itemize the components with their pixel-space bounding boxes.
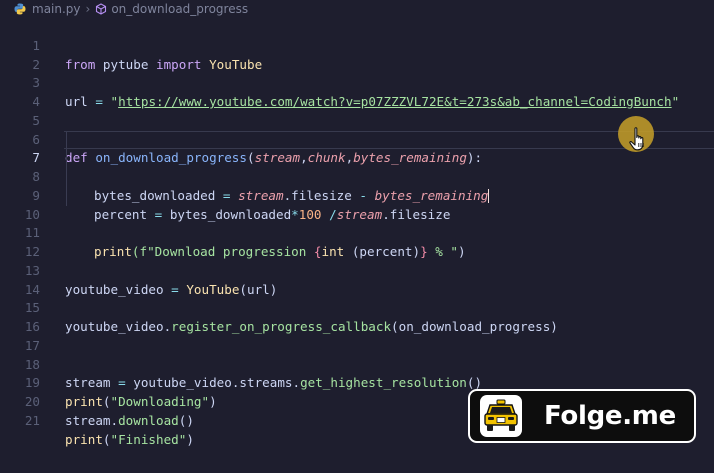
code-line[interactable]: 2 [0,37,714,72]
code-text: stream.download() [65,412,194,431]
token-builtin: print [65,431,103,447]
watermark-badge: Folge.me [468,389,696,443]
code-line[interactable]: 18 stream = youtube_video.streams.get_hi… [0,337,714,391]
code-line[interactable]: 6 def on_download_progress(stream,chunk,… [0,112,714,166]
code-editor[interactable]: 1 from pytube import YouTube 2 3 url = "… [0,18,714,447]
code-line[interactable]: 11 [0,206,714,240]
code-line[interactable]: 1 from pytube import YouTube [0,18,714,72]
taxi-logo-icon [480,395,522,437]
code-line[interactable]: 9 [0,168,714,203]
code-line[interactable]: 8 percent = bytes_downloaded*100 /stream… [0,149,714,222]
code-text: print("Finished") [65,431,194,450]
code-line-current[interactable]: 7 bytes_downloaded = stream.filesize - b… [0,130,714,204]
indent-guide [66,130,67,150]
code-line[interactable]: 3 url = "https://www.youtube.com/watch?v… [0,56,714,109]
code-line[interactable]: 5 [0,93,714,128]
python-file-icon [14,3,26,15]
hand-pointer-icon [629,127,644,151]
token-method: download [118,412,179,428]
indent-guide [66,168,67,187]
brand-name: Folge.me [544,401,676,431]
code-line[interactable]: 19 print("Downloading") [0,356,714,409]
code-line[interactable]: 12 [0,224,714,259]
line-number: 21 [24,412,40,428]
chevron-right-icon: › [85,2,91,16]
code-line[interactable]: 15 youtube_video.register_on_progress_ca… [0,281,714,334]
breadcrumb: main.py › on_download_progress [0,0,714,18]
method-symbol-icon [96,3,107,15]
token-punct: () [178,412,194,428]
token-string: "Finished" [110,431,187,447]
code-line[interactable]: 13 youtube_video = YouTube(url) [0,243,714,297]
indent-guide [66,186,67,206]
code-line[interactable]: 10 print(f"Download progression {int (pe… [0,186,714,259]
token-punct: ) [186,431,194,447]
indent-guide [66,149,67,168]
token-punct: ( [102,431,111,447]
code-line[interactable]: 16 [0,299,714,334]
breadcrumb-file[interactable]: main.py [32,2,81,16]
code-line[interactable]: 4 [0,74,714,109]
breadcrumb-symbol[interactable]: on_download_progress [111,2,248,16]
token-variable: stream. [65,412,119,428]
code-line[interactable]: 17 [0,318,714,353]
code-line[interactable]: 14 [0,262,714,297]
